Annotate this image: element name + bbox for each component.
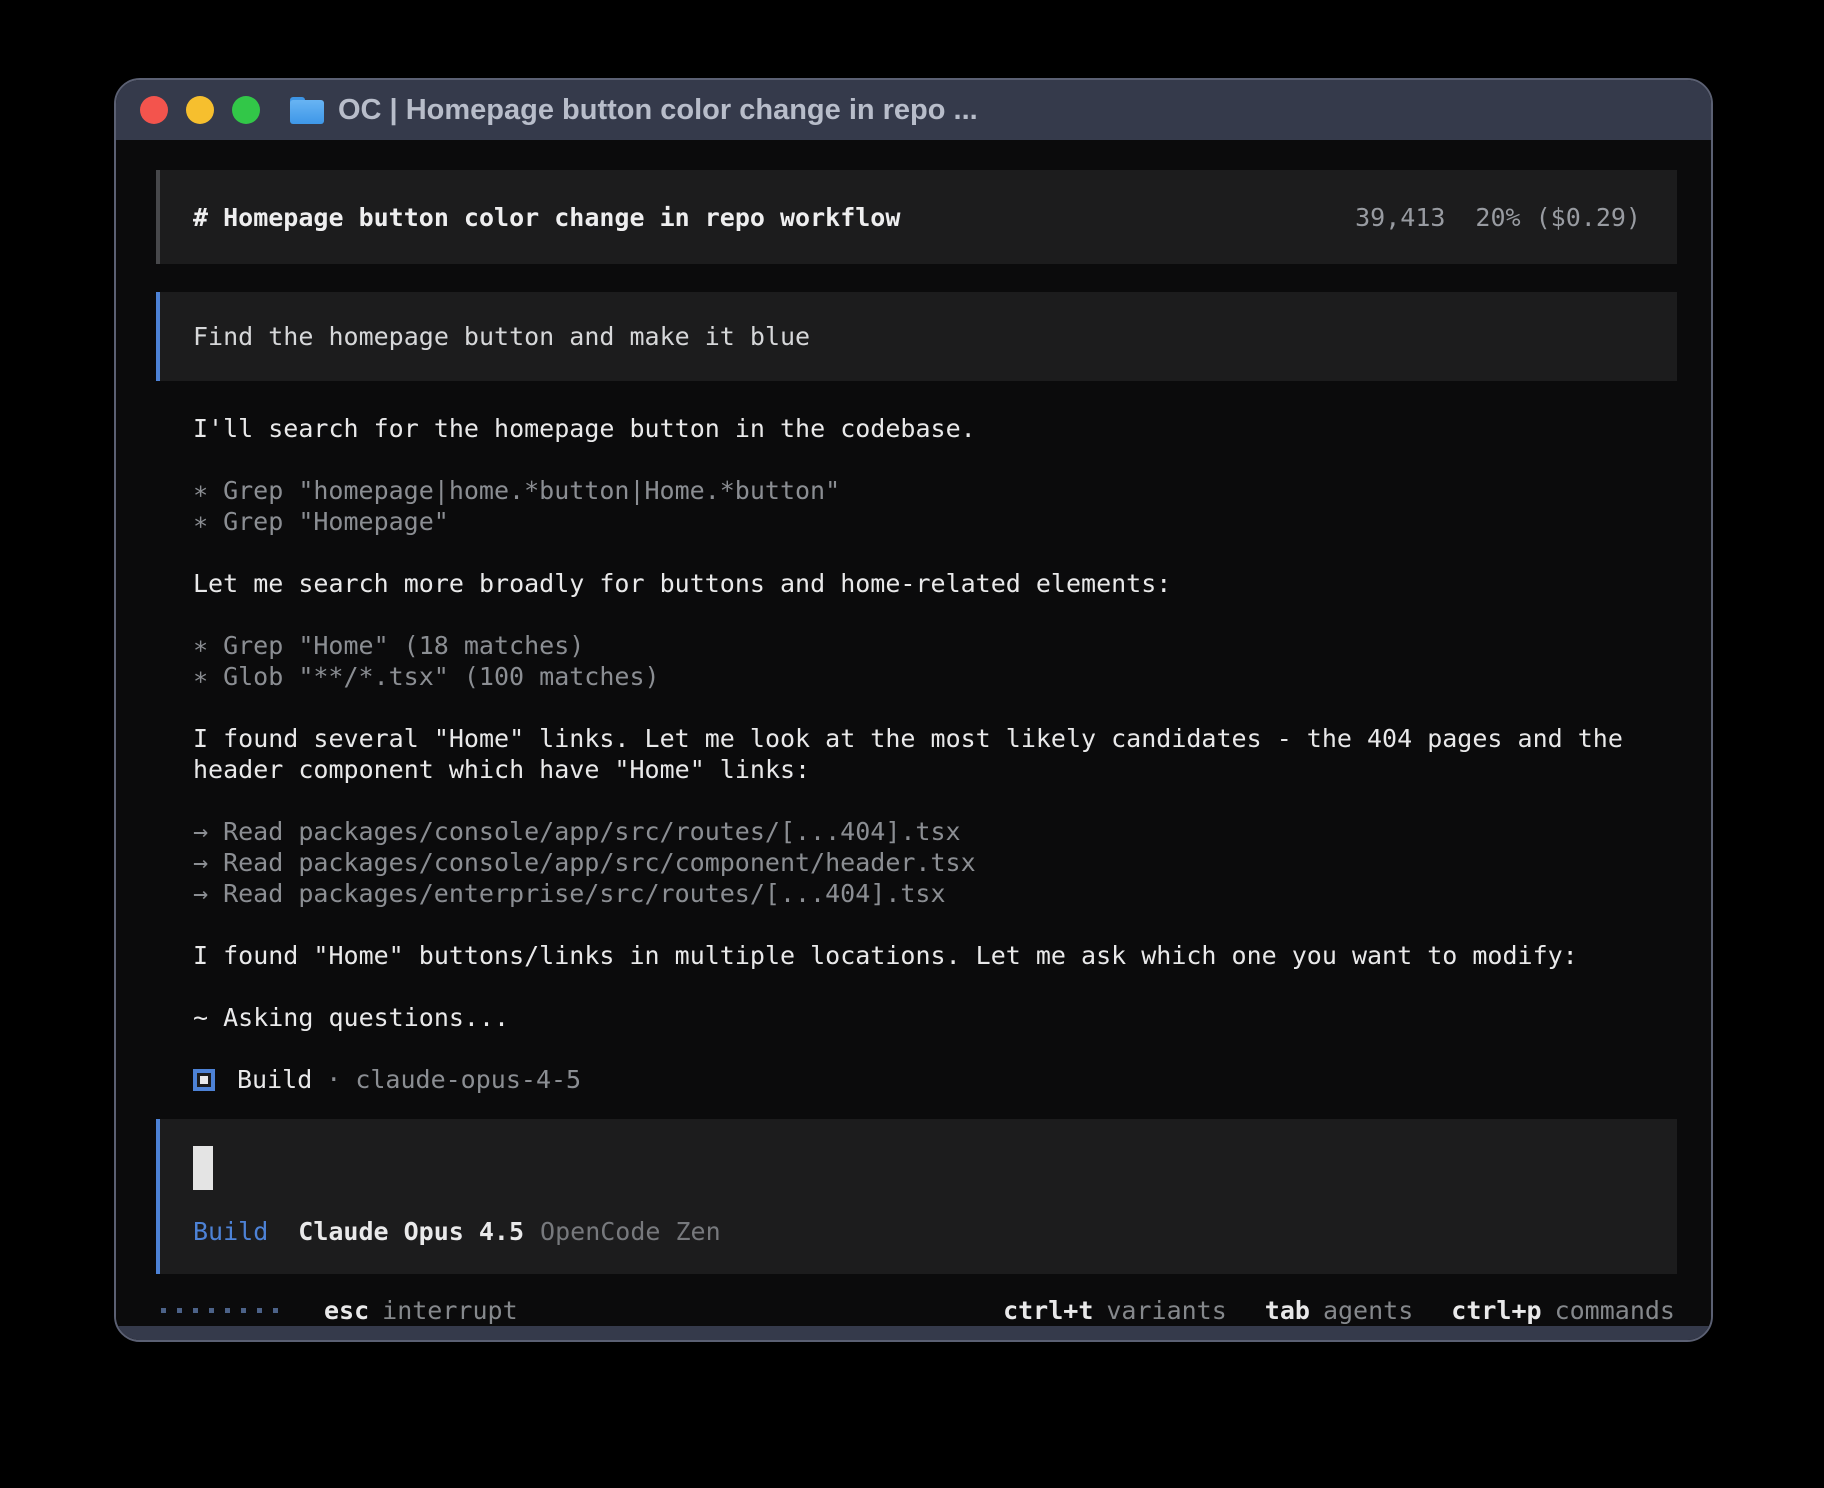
user-message-text: Find the homepage button and make it blu… — [193, 321, 810, 352]
user-message: Find the homepage button and make it blu… — [156, 292, 1677, 381]
session-header: # Homepage button color change in repo w… — [156, 170, 1677, 264]
tool-call-line: ∗ Grep "Home" (18 matches) — [193, 630, 1711, 661]
read-tool-line: → Read packages/console/app/src/componen… — [193, 847, 1711, 878]
window-titlebar[interactable]: OC | Homepage button color change in rep… — [116, 80, 1711, 140]
tool-call-line: ∗ Grep "Homepage" — [193, 506, 1711, 537]
agent-task-label: Build — [237, 1064, 312, 1095]
arrow-right-icon: → — [193, 847, 208, 878]
terminal-window: OC | Homepage button color change in rep… — [114, 78, 1713, 1342]
agents-label: agents — [1323, 1295, 1413, 1326]
prompt-input[interactable]: Build Claude Opus 4.5 OpenCode Zen — [156, 1119, 1677, 1274]
assistant-transcript: I'll search for the homepage button in t… — [193, 413, 1711, 1095]
agents-key: tab — [1265, 1295, 1310, 1326]
provider-name: OpenCode Zen — [540, 1216, 721, 1247]
read-tool-text: Read packages/console/app/src/routes/[..… — [223, 816, 961, 847]
tool-call-line: ∗ Glob "**/*.tsx" (100 matches) — [193, 661, 1711, 692]
text-cursor — [193, 1146, 213, 1190]
agents-hint: tab agents — [1265, 1295, 1413, 1326]
context-cost: 20% ($0.29) — [1475, 202, 1641, 233]
commands-key: ctrl+p — [1451, 1295, 1541, 1326]
commands-hint: ctrl+p commands — [1451, 1295, 1675, 1326]
assistant-text: Let me search more broadly for buttons a… — [193, 568, 1711, 599]
tool-bullet-icon: ∗ — [193, 630, 208, 661]
traffic-lights — [140, 96, 260, 124]
assistant-text: I found "Home" buttons/links in multiple… — [193, 940, 1711, 971]
assistant-text: header component which have "Home" links… — [193, 754, 1711, 785]
session-stats: 39,413 20% ($0.29) — [1355, 202, 1641, 233]
terminal-content: # Homepage button color change in repo w… — [116, 140, 1711, 1326]
read-tool-line: → Read packages/enterprise/src/routes/[.… — [193, 878, 1711, 909]
tool-call-text: Glob "**/*.tsx" (100 matches) — [223, 661, 660, 692]
tool-bullet-icon: ∗ — [193, 506, 208, 537]
folder-icon — [290, 97, 324, 124]
esc-key: esc — [324, 1295, 369, 1326]
tool-call-text: Grep "Homepage" — [223, 506, 449, 537]
status-bar: esc interrupt ctrl+t variants tab agents… — [116, 1295, 1711, 1326]
tool-call-text: Grep "homepage|home.*button|Home.*button… — [223, 475, 840, 506]
token-count: 39,413 — [1355, 202, 1445, 233]
tool-call-line: ∗ Grep "homepage|home.*button|Home.*butt… — [193, 475, 1711, 506]
variants-key: ctrl+t — [1003, 1295, 1093, 1326]
spinner-dots-icon — [161, 1308, 278, 1313]
agent-square-icon — [193, 1069, 215, 1091]
esc-label: interrupt — [382, 1295, 517, 1326]
assistant-text: I found several "Home" links. Let me loo… — [193, 723, 1711, 754]
agent-task-model: claude-opus-4-5 — [355, 1064, 581, 1095]
zoom-button[interactable] — [232, 96, 260, 124]
read-tool-text: Read packages/console/app/src/component/… — [223, 847, 976, 878]
read-tool-line: → Read packages/console/app/src/routes/[… — [193, 816, 1711, 847]
commands-label: commands — [1555, 1295, 1675, 1326]
esc-hint: esc interrupt — [324, 1295, 518, 1326]
assistant-text: I'll search for the homepage button in t… — [193, 413, 1711, 444]
window-title: OC | Homepage button color change in rep… — [338, 94, 978, 127]
arrow-right-icon: → — [193, 816, 208, 847]
minimize-button[interactable] — [186, 96, 214, 124]
tool-bullet-icon: ∗ — [193, 475, 208, 506]
keyboard-hints: ctrl+t variants tab agents ctrl+p comman… — [1003, 1295, 1675, 1326]
agent-badge[interactable]: Build — [193, 1216, 268, 1247]
dot-separator-icon: · — [326, 1064, 341, 1095]
session-title: # Homepage button color change in repo w… — [193, 202, 900, 233]
task-status-line: ~ Asking questions... — [193, 1002, 1711, 1033]
model-name[interactable]: Claude Opus 4.5 — [298, 1216, 524, 1247]
variants-hint: ctrl+t variants — [1003, 1295, 1227, 1326]
agent-task-row: Build · claude-opus-4-5 — [193, 1064, 1711, 1095]
input-footer: Build Claude Opus 4.5 OpenCode Zen — [193, 1216, 1677, 1247]
window-bottom-strip — [116, 1326, 1711, 1342]
tool-call-text: Grep "Home" (18 matches) — [223, 630, 584, 661]
close-button[interactable] — [140, 96, 168, 124]
read-tool-text: Read packages/enterprise/src/routes/[...… — [223, 878, 945, 909]
arrow-right-icon: → — [193, 878, 208, 909]
tool-bullet-icon: ∗ — [193, 661, 208, 692]
variants-label: variants — [1106, 1295, 1226, 1326]
